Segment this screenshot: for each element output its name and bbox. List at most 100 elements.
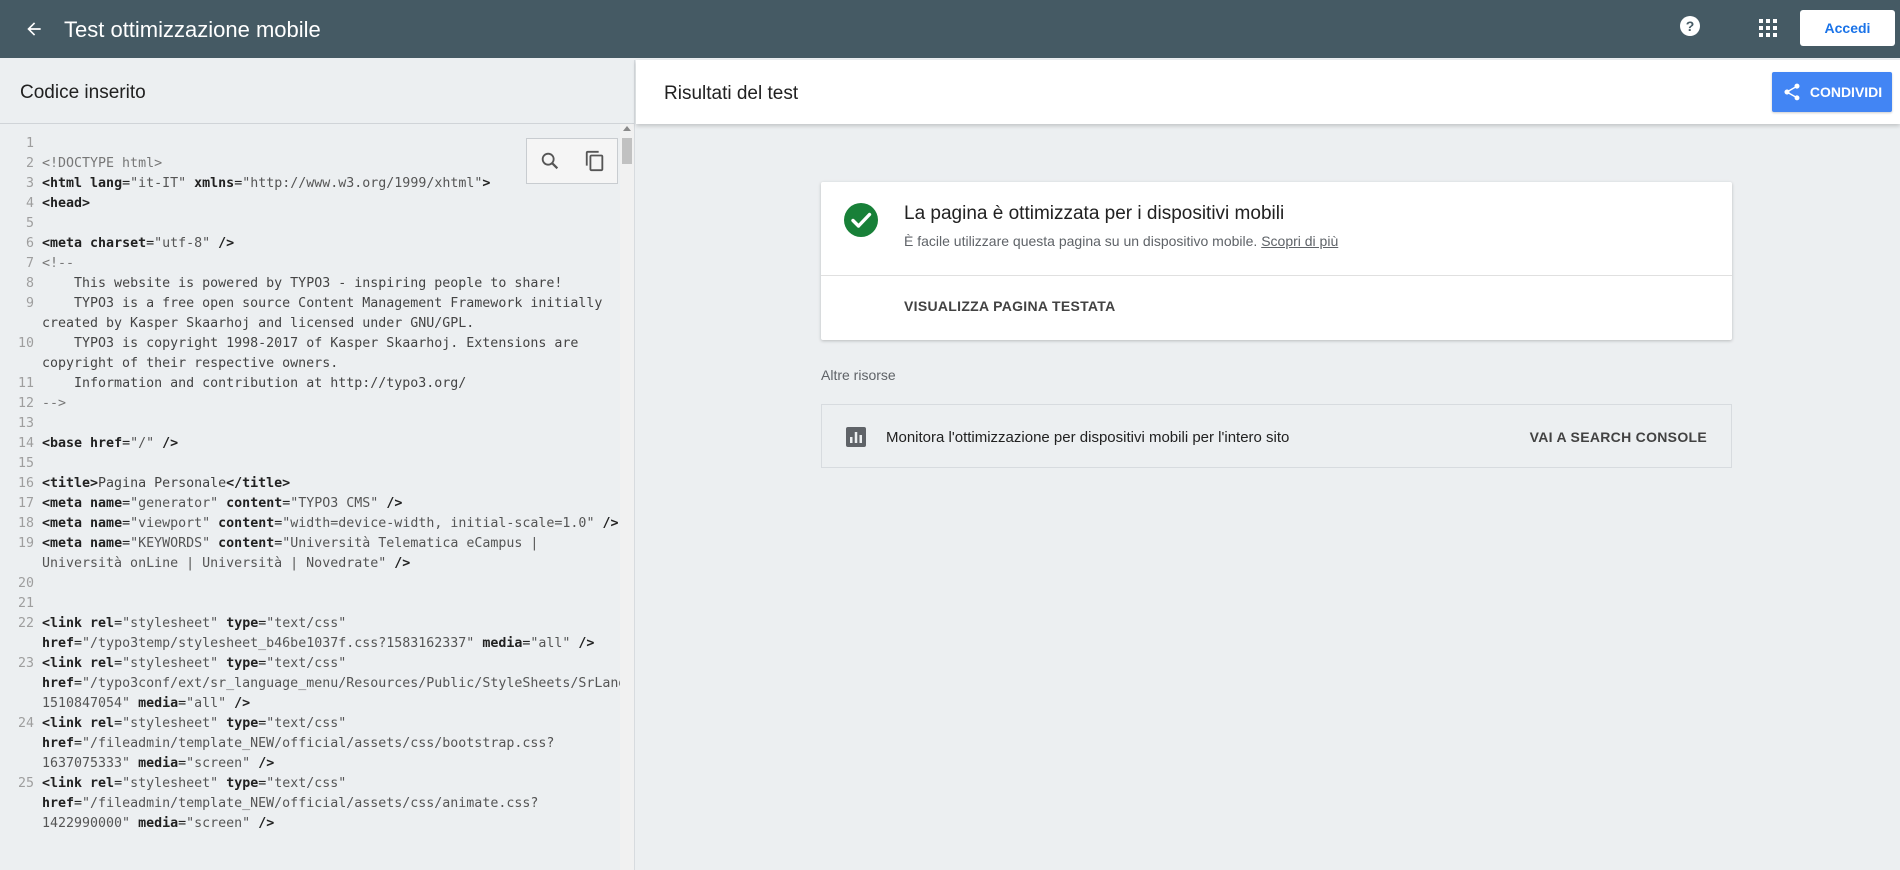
search-console-link[interactable]: VAI A SEARCH CONSOLE: [1530, 429, 1707, 445]
line-number: 1: [25, 136, 34, 151]
code-text: -->: [42, 396, 67, 411]
code-panel-title: Codice inserito: [20, 82, 146, 103]
line-number: 16: [17, 476, 34, 491]
line-number: 2: [25, 156, 34, 171]
code-line: 7 <!--: [0, 254, 620, 274]
code-line: 4 <head>: [0, 194, 620, 214]
back-button[interactable]: [18, 13, 50, 45]
code-line: 23 <link rel="stylesheet" type="text/css"…: [0, 654, 620, 714]
line-number: 21: [17, 596, 34, 611]
line-number: 12: [17, 396, 34, 411]
code-line: 10 TYPO3 is copyright 1998-2017 of Kaspe…: [0, 334, 620, 374]
copy-icon: [585, 150, 603, 172]
code-line: 11 Information and contribution at http:…: [0, 374, 620, 394]
code-text: TYPO3 is copyright 1998-2017 of Kasper S…: [42, 336, 587, 371]
line-number: 10: [17, 336, 34, 351]
code-line: 8 This website is powered by TYPO3 - ins…: [0, 274, 620, 294]
code-scrollbar[interactable]: [620, 124, 634, 870]
line-number: 13: [17, 416, 34, 431]
results-header: Risultati del test CONDIVIDI: [636, 60, 1900, 124]
code-line: 6 <meta charset="utf-8" />: [0, 234, 620, 254]
code-text: <meta name="generator" content="TYPO3 CM…: [42, 496, 403, 511]
app-title: Test ottimizzazione mobile: [64, 17, 321, 42]
code-text: Information and contribution at http://t…: [42, 376, 467, 391]
login-button[interactable]: Accedi: [1800, 10, 1895, 46]
line-number: 5: [25, 216, 34, 231]
code-text: <base href="/" />: [42, 436, 179, 451]
line-number: 25: [17, 776, 34, 791]
code-text: This website is powered by TYPO3 - inspi…: [42, 276, 563, 291]
code-line: 19 <meta name="KEYWORDS" content="Univers…: [0, 534, 620, 574]
share-button-label: CONDIVIDI: [1809, 84, 1883, 100]
code-line: 14 <base href="/" />: [0, 434, 620, 454]
code-panel-header: Codice inserito: [0, 60, 634, 124]
share-button[interactable]: CONDIVIDI: [1772, 72, 1892, 112]
code-text: <meta charset="utf-8" />: [42, 236, 235, 251]
code-text: <!--: [42, 256, 75, 271]
line-number: 9: [25, 296, 34, 311]
view-tested-page-button[interactable]: VISUALIZZA PAGINA TESTATA: [904, 298, 1116, 314]
code-line: 15: [0, 454, 620, 474]
code-text: <head>: [42, 196, 91, 211]
line-number: 24: [17, 716, 34, 731]
code-toolbar: [526, 138, 618, 184]
scroll-up-arrow[interactable]: [623, 126, 631, 131]
code-text: <link rel="stylesheet" type="text/css" h…: [42, 656, 620, 711]
line-number: 11: [17, 376, 34, 391]
code-line: 16 <title>Pagina Personale</title>: [0, 474, 620, 494]
code-text: <link rel="stylesheet" type="text/css" h…: [42, 716, 555, 771]
line-number: 7: [25, 256, 34, 271]
line-number: 23: [17, 656, 34, 671]
code-line: 13: [0, 414, 620, 434]
scroll-thumb[interactable]: [622, 138, 632, 164]
results-title: Risultati del test: [664, 83, 799, 104]
line-number: 17: [17, 496, 34, 511]
code-line: 22 <link rel="stylesheet" type="text/css"…: [0, 614, 620, 654]
learn-more-link[interactable]: Scopri di più: [1261, 233, 1338, 249]
line-number: 19: [17, 536, 34, 551]
share-icon: [1784, 83, 1800, 101]
line-number: 8: [25, 276, 34, 291]
code-text: <title>Pagina Personale</title>: [42, 476, 291, 491]
code-line: 25 <link rel="stylesheet" type="text/css"…: [0, 774, 620, 834]
code-text: <link rel="stylesheet" type="text/css" h…: [42, 616, 595, 651]
result-description: È facile utilizzare questa pagina su un …: [904, 233, 1338, 249]
code-text: <link rel="stylesheet" type="text/css" h…: [42, 776, 539, 831]
resource-card: Monitora l'ottimizzazione per dispositiv…: [821, 404, 1732, 468]
code-line: 18 <meta name="viewport" content="width=d…: [0, 514, 620, 534]
search-code-button[interactable]: [535, 146, 565, 176]
other-resources-label: Altre risorse: [821, 367, 896, 383]
line-number: 18: [17, 516, 34, 531]
code-line: 21: [0, 594, 620, 614]
line-number: 20: [17, 576, 34, 591]
code-text: TYPO3 is a free open source Content Mana…: [42, 296, 611, 331]
result-title: La pagina è ottimizzata per i dispositiv…: [904, 203, 1285, 224]
apps-button[interactable]: [1754, 14, 1782, 42]
resource-text: Monitora l'ottimizzazione per dispositiv…: [886, 429, 1290, 446]
help-icon: ?: [1680, 16, 1700, 36]
code-line: 5: [0, 214, 620, 234]
search-icon: [541, 152, 558, 170]
code-editor[interactable]: 1 2 <!DOCTYPE html> 3 <html lang="it-IT" xml…: [0, 124, 620, 870]
help-button[interactable]: ?: [1676, 12, 1704, 40]
code-line: 17 <meta name="generator" content="TYPO3 …: [0, 494, 620, 514]
line-number: 15: [17, 456, 34, 471]
result-card: La pagina è ottimizzata per i dispositiv…: [821, 182, 1732, 340]
line-number: 6: [25, 236, 34, 251]
svg-text:?: ?: [1686, 18, 1695, 34]
code-line: 12 -->: [0, 394, 620, 414]
copy-code-button[interactable]: [580, 146, 610, 176]
code-line: 20: [0, 574, 620, 594]
code-panel: Codice inserito 1 2 <!DOCTYPE html> 3 <html …: [0, 60, 635, 870]
arrow-back-icon: [27, 22, 41, 36]
apps-grid-icon: [1759, 19, 1777, 37]
bar-chart-icon: [846, 427, 866, 447]
code-line: 24 <link rel="stylesheet" type="text/css"…: [0, 714, 620, 774]
top-app-bar: Test ottimizzazione mobile ? Accedi: [0, 0, 1900, 58]
line-number: 4: [25, 196, 34, 211]
code-text: <meta name="viewport" content="width=dev…: [42, 516, 619, 531]
code-text: <meta name="KEYWORDS" content="Universit…: [42, 536, 547, 571]
